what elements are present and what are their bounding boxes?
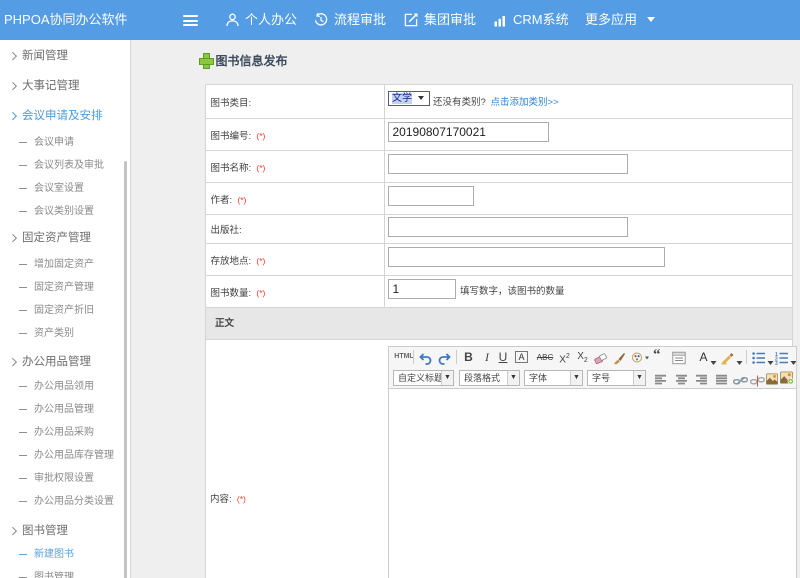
svg-text:3: 3 <box>775 361 778 366</box>
